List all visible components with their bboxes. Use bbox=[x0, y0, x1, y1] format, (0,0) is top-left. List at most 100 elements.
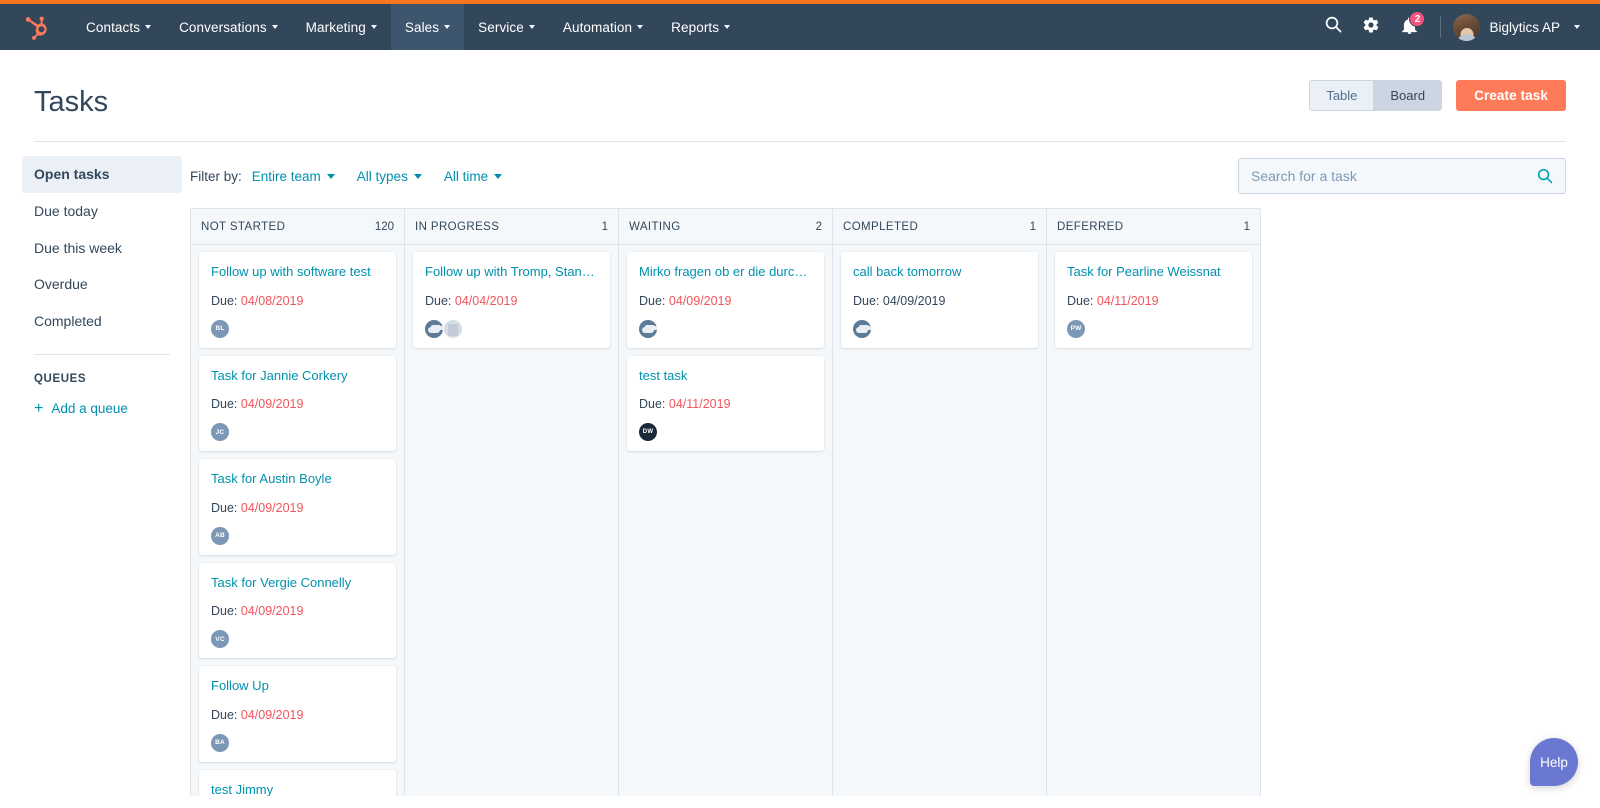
account-menu-button[interactable]: Biglytics AP bbox=[1453, 14, 1580, 41]
task-title: test Jimmy bbox=[211, 782, 384, 796]
chevron-down-icon bbox=[637, 25, 643, 29]
column-cards: Follow up with software test Due: 04/08/… bbox=[191, 245, 404, 796]
page-title: Tasks bbox=[34, 80, 108, 117]
navbar-right-tools: 2 Biglytics AP bbox=[1314, 4, 1600, 50]
filter-types-dropdown[interactable]: All types bbox=[357, 169, 422, 184]
filter-team-label: Entire team bbox=[252, 169, 321, 184]
view-toggle-group: Table Board bbox=[1309, 80, 1442, 111]
task-due: Due: 04/09/2019 bbox=[211, 397, 384, 411]
nav-item-conversations[interactable]: Conversations bbox=[165, 4, 292, 50]
hubspot-sprocket-icon bbox=[23, 14, 49, 40]
task-title: Mirko fragen ob er die durch ist bbox=[639, 264, 812, 280]
nav-label: Contacts bbox=[86, 20, 140, 35]
sidebar-divider bbox=[34, 354, 170, 355]
sidebar-item-due-today[interactable]: Due today bbox=[22, 193, 182, 230]
main-navbar: Contacts Conversations Marketing Sales S… bbox=[0, 4, 1600, 50]
due-date: 04/09/2019 bbox=[241, 397, 304, 411]
due-date: 04/09/2019 bbox=[883, 294, 946, 308]
task-card[interactable]: Follow up with software test Due: 04/08/… bbox=[199, 252, 396, 348]
avatar: BA bbox=[211, 734, 229, 752]
column-header: DEFERRED 1 bbox=[1047, 209, 1260, 245]
nav-item-sales[interactable]: Sales bbox=[391, 4, 464, 50]
view-toggle-board[interactable]: Board bbox=[1373, 81, 1441, 110]
filter-team-dropdown[interactable]: Entire team bbox=[252, 169, 335, 184]
sidebar-item-overdue[interactable]: Overdue bbox=[22, 266, 182, 303]
task-avatars bbox=[639, 320, 812, 338]
task-card[interactable]: test Jimmy bbox=[199, 770, 396, 796]
nav-item-marketing[interactable]: Marketing bbox=[292, 4, 391, 50]
avatar bbox=[444, 320, 462, 338]
avatar: PW bbox=[1067, 320, 1085, 338]
tasks-sidebar: Open tasks Due today Due this week Overd… bbox=[0, 156, 190, 417]
avatar bbox=[639, 320, 657, 338]
due-date: 04/09/2019 bbox=[669, 294, 732, 308]
sidebar-item-open-tasks[interactable]: Open tasks bbox=[22, 156, 182, 193]
view-toggle-table[interactable]: Table bbox=[1310, 81, 1373, 110]
task-title: Task for Austin Boyle bbox=[211, 471, 384, 487]
due-date: 04/09/2019 bbox=[241, 501, 304, 515]
account-name-label: Biglytics AP bbox=[1489, 20, 1560, 35]
column-cards: Task for Pearline Weissnat Due: 04/11/20… bbox=[1047, 245, 1260, 796]
task-title: test task bbox=[639, 368, 812, 384]
nav-label: Reports bbox=[671, 20, 719, 35]
column-header: IN PROGRESS 1 bbox=[405, 209, 618, 245]
task-due: Due: 04/11/2019 bbox=[1067, 294, 1240, 308]
settings-button[interactable] bbox=[1352, 4, 1390, 50]
task-card[interactable]: test task Due: 04/11/2019 DW bbox=[627, 356, 824, 452]
chevron-down-icon bbox=[444, 25, 450, 29]
column-header: COMPLETED 1 bbox=[833, 209, 1046, 245]
task-card[interactable]: Follow Up Due: 04/09/2019 BA bbox=[199, 666, 396, 762]
hubspot-logo-button[interactable] bbox=[0, 4, 72, 50]
task-due: Due: 04/11/2019 bbox=[639, 397, 812, 411]
due-label: Due: bbox=[639, 397, 665, 411]
page-header: Tasks Table Board Create task bbox=[0, 50, 1600, 117]
task-card[interactable]: Task for Vergie Connelly Due: 04/09/2019… bbox=[199, 563, 396, 659]
add-queue-button[interactable]: + Add a queue bbox=[22, 385, 182, 417]
chevron-down-icon bbox=[414, 174, 422, 179]
search-icon[interactable] bbox=[1537, 168, 1553, 184]
column-count: 120 bbox=[375, 221, 394, 233]
board-column-waiting: WAITING 2 Mirko fragen ob er die durch i… bbox=[619, 209, 833, 796]
nav-item-service[interactable]: Service bbox=[464, 4, 549, 50]
task-card[interactable]: Follow up with Tromp, Stanton a… Due: 04… bbox=[413, 252, 610, 348]
task-card[interactable]: call back tomorrow Due: 04/09/2019 bbox=[841, 252, 1038, 348]
board-column-deferred: DEFERRED 1 Task for Pearline Weissnat Du… bbox=[1047, 209, 1261, 796]
primary-nav-items: Contacts Conversations Marketing Sales S… bbox=[72, 4, 744, 50]
chevron-down-icon bbox=[371, 25, 377, 29]
task-due: Due: 04/08/2019 bbox=[211, 294, 384, 308]
column-title: DEFERRED bbox=[1057, 221, 1123, 233]
task-card[interactable]: Task for Austin Boyle Due: 04/09/2019 AB bbox=[199, 459, 396, 555]
due-label: Due: bbox=[1067, 294, 1093, 308]
task-avatars: BL bbox=[211, 320, 384, 338]
filter-bar: Filter by: Entire team All types All tim… bbox=[190, 156, 1600, 196]
notifications-button[interactable]: 2 bbox=[1390, 4, 1428, 50]
task-card[interactable]: Mirko fragen ob er die durch ist Due: 04… bbox=[627, 252, 824, 348]
help-button[interactable]: Help bbox=[1530, 738, 1578, 786]
chevron-down-icon bbox=[724, 25, 730, 29]
sidebar-item-completed[interactable]: Completed bbox=[22, 303, 182, 340]
navbar-divider bbox=[1440, 16, 1441, 38]
avatar: DW bbox=[639, 423, 657, 441]
task-card[interactable]: Task for Pearline Weissnat Due: 04/11/20… bbox=[1055, 252, 1252, 348]
global-search-button[interactable] bbox=[1314, 4, 1352, 50]
nav-item-contacts[interactable]: Contacts bbox=[72, 4, 165, 50]
sidebar-item-due-this-week[interactable]: Due this week bbox=[22, 230, 182, 267]
due-label: Due: bbox=[211, 604, 237, 618]
nav-item-automation[interactable]: Automation bbox=[549, 4, 657, 50]
create-task-button[interactable]: Create task bbox=[1456, 80, 1566, 111]
column-count: 1 bbox=[602, 221, 608, 233]
task-search-box bbox=[1238, 158, 1566, 194]
avatar: JC bbox=[211, 423, 229, 441]
nav-item-reports[interactable]: Reports bbox=[657, 4, 744, 50]
sidebar-queues-heading: QUEUES bbox=[22, 369, 182, 385]
filter-time-dropdown[interactable]: All time bbox=[444, 169, 502, 184]
due-label: Due: bbox=[853, 294, 879, 308]
chevron-down-icon bbox=[327, 174, 335, 179]
column-count: 1 bbox=[1244, 221, 1250, 233]
board-column-completed: COMPLETED 1 call back tomorrow Due: 04/0… bbox=[833, 209, 1047, 796]
task-avatars: AB bbox=[211, 527, 384, 545]
search-input[interactable] bbox=[1251, 168, 1537, 184]
column-count: 1 bbox=[1030, 221, 1036, 233]
task-card[interactable]: Task for Jannie Corkery Due: 04/09/2019 … bbox=[199, 356, 396, 452]
avatar: VC bbox=[211, 630, 229, 648]
